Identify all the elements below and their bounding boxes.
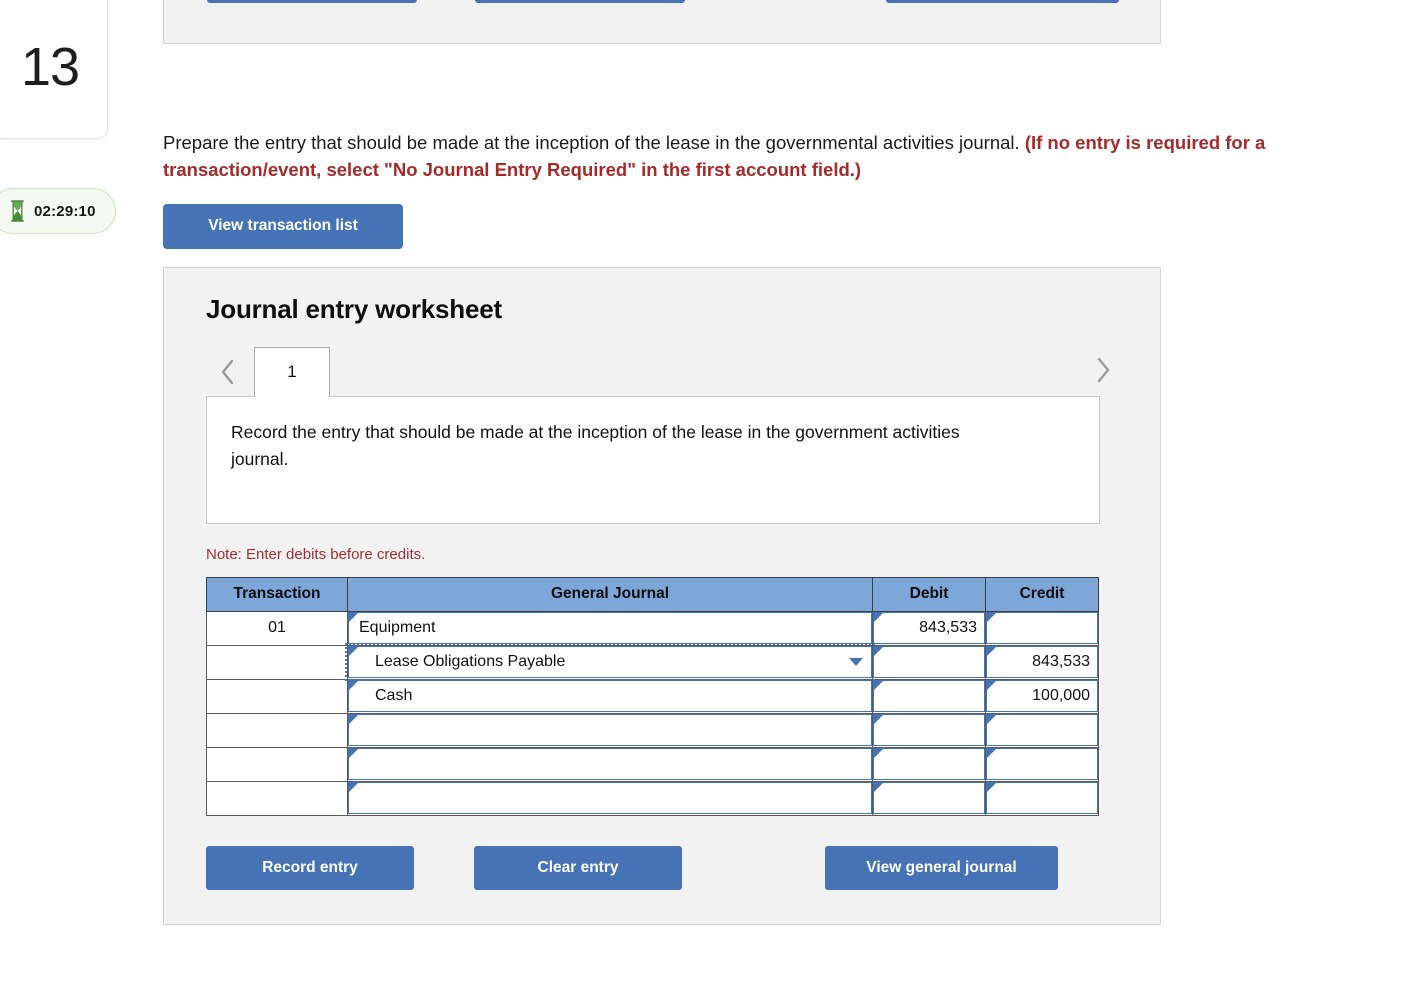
table-row: Lease Obligations Payable 843,533 (206, 643, 1099, 682)
debit-input-cell[interactable] (872, 644, 986, 680)
table-row (206, 780, 1099, 816)
debit-input[interactable] (873, 782, 985, 815)
account-value: Lease Obligations Payable (375, 653, 566, 671)
account-select[interactable]: Equipment (348, 612, 872, 645)
credit-input-cell[interactable] (985, 780, 1099, 816)
worksheet-tabs-row: 1 (206, 345, 1120, 398)
credit-input[interactable]: 100,000 (986, 680, 1098, 713)
general-journal-cell[interactable]: Cash (347, 678, 873, 714)
transaction-cell: 01 (206, 610, 348, 646)
credit-input-cell[interactable]: 100,000 (985, 678, 1099, 714)
credit-input-cell[interactable] (985, 712, 1099, 748)
debit-input[interactable]: 843,533 (873, 612, 985, 645)
transaction-cell (206, 644, 348, 680)
clear-entry-button[interactable]: Clear entry (474, 845, 682, 890)
table-row (206, 746, 1099, 782)
question-prompt-plain: Prepare the entry that should be made at… (163, 132, 1020, 153)
debit-input-cell[interactable]: 843,533 (872, 610, 986, 646)
credit-input-cell[interactable] (985, 746, 1099, 782)
previous-panel-button-2[interactable] (475, 0, 685, 3)
credit-input[interactable]: 843,533 (986, 646, 1098, 679)
worksheet-title: Journal entry worksheet (206, 293, 502, 324)
worksheet-tab-1-label: 1 (287, 362, 297, 382)
table-row (206, 712, 1099, 748)
debit-input-cell[interactable] (872, 712, 986, 748)
credit-input[interactable] (986, 612, 1098, 645)
view-general-journal-button[interactable]: View general journal (825, 845, 1058, 890)
debit-input-cell[interactable] (872, 780, 986, 816)
credit-input[interactable] (986, 714, 1098, 747)
credit-input[interactable] (986, 782, 1098, 815)
question-prompt: Prepare the entry that should be made at… (163, 130, 1393, 184)
chevron-down-icon[interactable] (849, 658, 863, 667)
table-header-row: Transaction General Journal Debit Credit (206, 576, 1099, 612)
credit-input-value: 100,000 (1032, 687, 1090, 705)
transaction-cell (206, 678, 348, 714)
transaction-cell (206, 780, 348, 816)
instruction-box: Record the entry that should be made at … (206, 395, 1100, 524)
credit-input-value: 843,533 (1032, 653, 1090, 671)
transaction-cell (206, 746, 348, 782)
table-row: Cash 100,000 (206, 678, 1099, 714)
column-header-transaction: Transaction (206, 576, 348, 612)
instruction-text: Record the entry that should be made at … (231, 421, 960, 469)
journal-entry-table-body: 01 Equipment 843,533 Lease Obligations Paya… (206, 610, 1099, 816)
debit-input[interactable] (873, 748, 985, 781)
credit-input-cell[interactable] (985, 610, 1099, 646)
account-select[interactable]: Lease Obligations Payable (345, 643, 875, 682)
general-journal-cell[interactable]: Equipment (347, 610, 873, 646)
credit-input-cell[interactable]: 843,533 (985, 644, 1099, 680)
previous-worksheet-panel (163, 0, 1161, 44)
question-number-card: 13 (0, 0, 108, 139)
account-select[interactable]: Cash (348, 680, 872, 713)
debit-input-cell[interactable] (872, 678, 986, 714)
worksheet-tab-1[interactable]: 1 (254, 346, 330, 398)
column-header-general-journal: General Journal (347, 576, 873, 612)
timer-badge: 02:29:10 (0, 188, 116, 234)
general-journal-cell[interactable] (347, 780, 873, 816)
debit-input[interactable] (873, 680, 985, 713)
hourglass-icon (9, 200, 26, 222)
chevron-left-icon[interactable] (210, 347, 244, 397)
general-journal-cell[interactable] (347, 746, 873, 782)
debit-input[interactable] (873, 646, 985, 679)
column-header-credit: Credit (985, 576, 1099, 612)
general-journal-cell[interactable] (347, 712, 873, 748)
table-row: 01 Equipment 843,533 (206, 610, 1099, 646)
debit-input[interactable] (873, 714, 985, 747)
account-select[interactable] (348, 714, 872, 747)
column-header-debit: Debit (872, 576, 986, 612)
main-column: Prepare the entry that should be made at… (163, 0, 1265, 925)
account-value: Equipment (359, 619, 436, 637)
journal-entry-table: Transaction General Journal Debit Credit… (206, 576, 1099, 816)
account-select[interactable] (348, 748, 872, 781)
account-select[interactable] (348, 782, 872, 815)
previous-panel-button-1[interactable] (207, 0, 417, 3)
debit-input-value: 843,533 (919, 619, 977, 637)
view-transaction-list-button[interactable]: View transaction list (163, 203, 403, 249)
credit-input[interactable] (986, 748, 1098, 781)
transaction-cell (206, 712, 348, 748)
question-number: 13 (20, 36, 80, 97)
debit-input-cell[interactable] (872, 746, 986, 782)
journal-entry-worksheet-panel: Journal entry worksheet 1 Record the ent… (163, 266, 1161, 925)
timer-value: 02:29:10 (34, 202, 96, 220)
general-journal-cell[interactable]: Lease Obligations Payable (345, 643, 875, 682)
record-entry-button[interactable]: Record entry (206, 845, 414, 890)
debits-before-credits-note: Note: Enter debits before credits. (206, 545, 426, 563)
chevron-right-icon[interactable] (1086, 345, 1120, 395)
account-value: Cash (375, 687, 413, 705)
left-rail: 13 02:29:10 (0, 0, 160, 996)
worksheet-action-buttons: Record entry Clear entry View general jo… (206, 845, 1099, 890)
previous-panel-button-3[interactable] (886, 0, 1119, 3)
